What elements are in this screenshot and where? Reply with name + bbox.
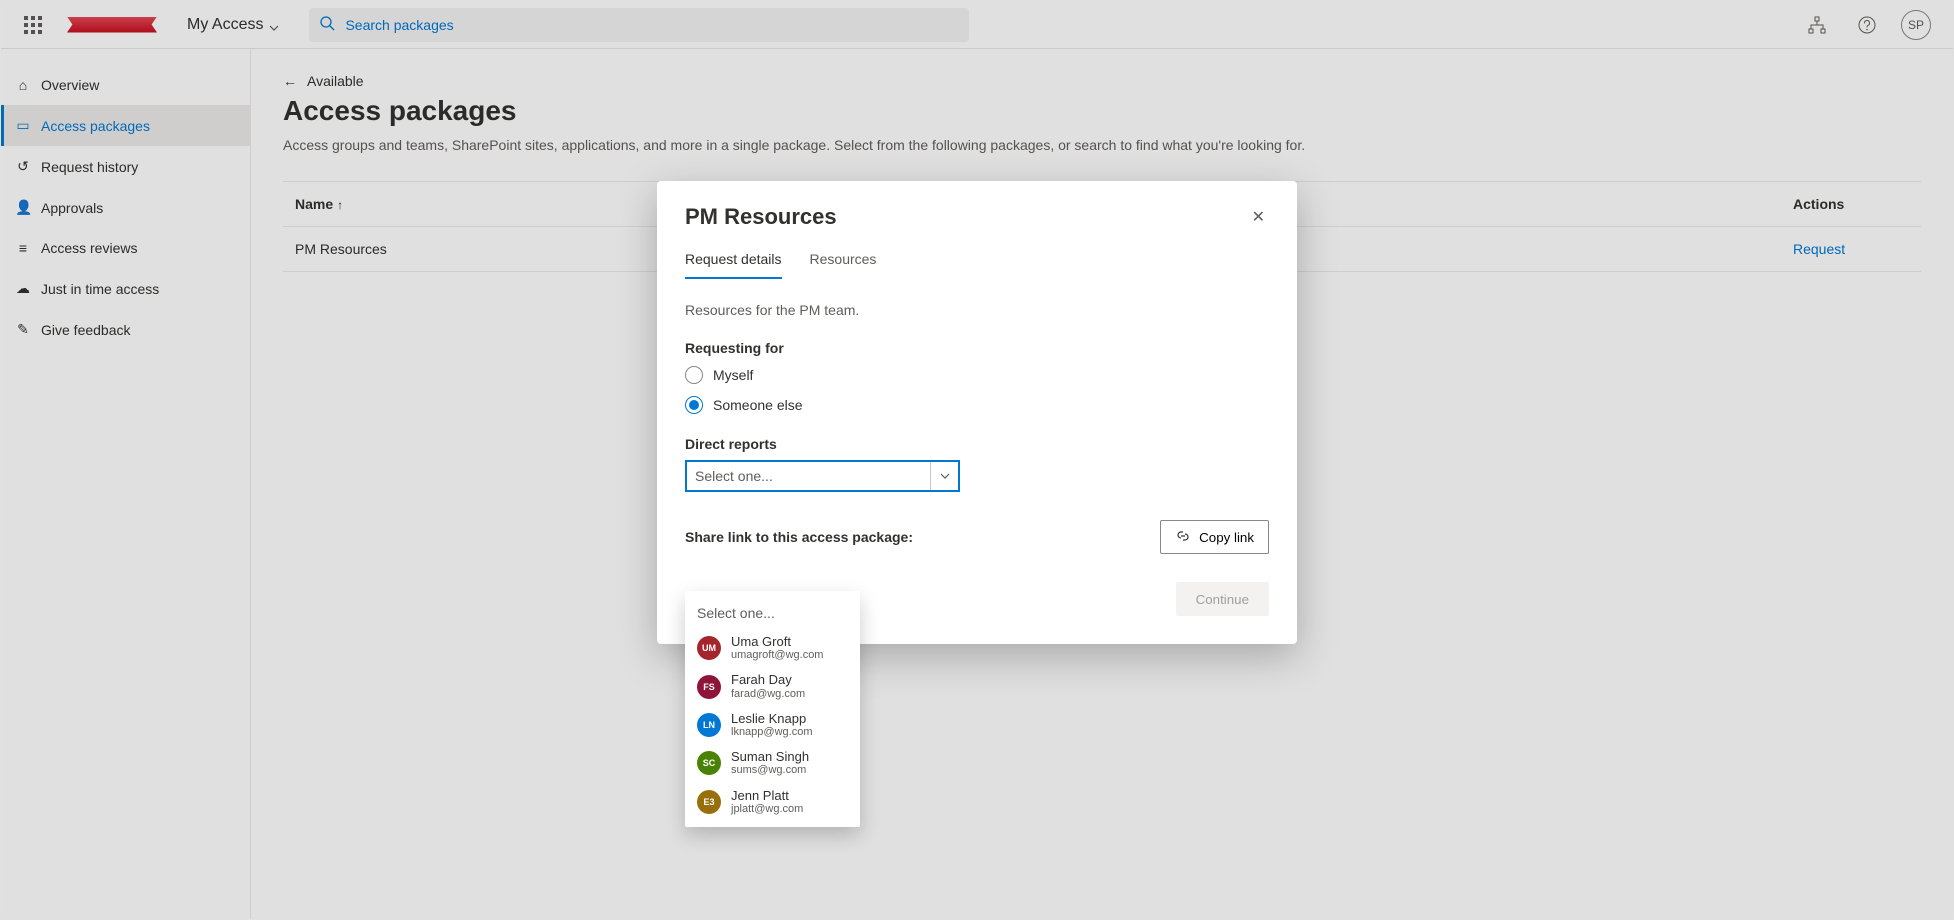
person-name: Jenn Platt <box>731 789 803 803</box>
person-email: umagroft@wg.com <box>731 649 823 661</box>
person-text: Suman Singhsums@wg.com <box>731 750 809 776</box>
person-option[interactable]: SC Suman Singhsums@wg.com <box>685 744 860 782</box>
person-text: Leslie Knapplknapp@wg.com <box>731 712 812 738</box>
person-email: sums@wg.com <box>731 764 809 776</box>
modal-title: PM Resources <box>685 204 837 230</box>
request-modal: PM Resources ✕ Request details Resources… <box>657 181 1297 644</box>
person-avatar: SC <box>697 751 721 775</box>
link-icon <box>1175 528 1191 547</box>
radio-someone-else[interactable]: Someone else <box>685 396 1269 414</box>
copy-link-button[interactable]: Copy link <box>1160 520 1269 554</box>
person-option[interactable]: FS Farah Dayfarad@wg.com <box>685 667 860 705</box>
modal-tabs: Request details Resources <box>685 251 1269 280</box>
person-option[interactable]: UM Uma Groftumagroft@wg.com <box>685 629 860 667</box>
requesting-for-label: Requesting for <box>685 340 1269 356</box>
person-avatar: UM <box>697 636 721 660</box>
close-button[interactable]: ✕ <box>1248 203 1269 231</box>
radio-label: Someone else <box>713 397 803 413</box>
select-placeholder: Select one... <box>695 468 930 484</box>
person-text: Jenn Plattjplatt@wg.com <box>731 789 803 815</box>
person-option[interactable]: LN Leslie Knapplknapp@wg.com <box>685 706 860 744</box>
continue-button[interactable]: Continue <box>1176 582 1269 616</box>
copy-link-label: Copy link <box>1199 530 1254 545</box>
radio-icon <box>685 366 703 384</box>
radio-myself[interactable]: Myself <box>685 366 1269 384</box>
app-root: My Access SP ⌂ Overview <box>0 0 1954 920</box>
person-email: jplatt@wg.com <box>731 803 803 815</box>
chevron-down-icon <box>930 462 958 490</box>
radio-label: Myself <box>713 367 753 383</box>
listbox-placeholder[interactable]: Select one... <box>685 597 860 629</box>
person-name: Uma Groft <box>731 635 823 649</box>
person-email: lknapp@wg.com <box>731 726 812 738</box>
modal-description: Resources for the PM team. <box>685 302 1269 318</box>
person-email: farad@wg.com <box>731 688 805 700</box>
direct-reports-select[interactable]: Select one... <box>685 460 960 492</box>
person-text: Uma Groftumagroft@wg.com <box>731 635 823 661</box>
person-name: Suman Singh <box>731 750 809 764</box>
tab-resources[interactable]: Resources <box>810 251 877 279</box>
person-text: Farah Dayfarad@wg.com <box>731 673 805 699</box>
close-icon: ✕ <box>1252 209 1265 226</box>
person-name: Leslie Knapp <box>731 712 812 726</box>
person-name: Farah Day <box>731 673 805 687</box>
person-option[interactable]: E3 Jenn Plattjplatt@wg.com <box>685 783 860 821</box>
direct-reports-listbox: Select one... UM Uma Groftumagroft@wg.com… <box>685 591 860 827</box>
person-avatar: FS <box>697 675 721 699</box>
person-avatar: LN <box>697 713 721 737</box>
direct-reports-label: Direct reports <box>685 436 1269 452</box>
share-link-label: Share link to this access package: <box>685 529 913 545</box>
person-avatar: E3 <box>697 790 721 814</box>
radio-icon <box>685 396 703 414</box>
tab-request-details[interactable]: Request details <box>685 251 782 279</box>
